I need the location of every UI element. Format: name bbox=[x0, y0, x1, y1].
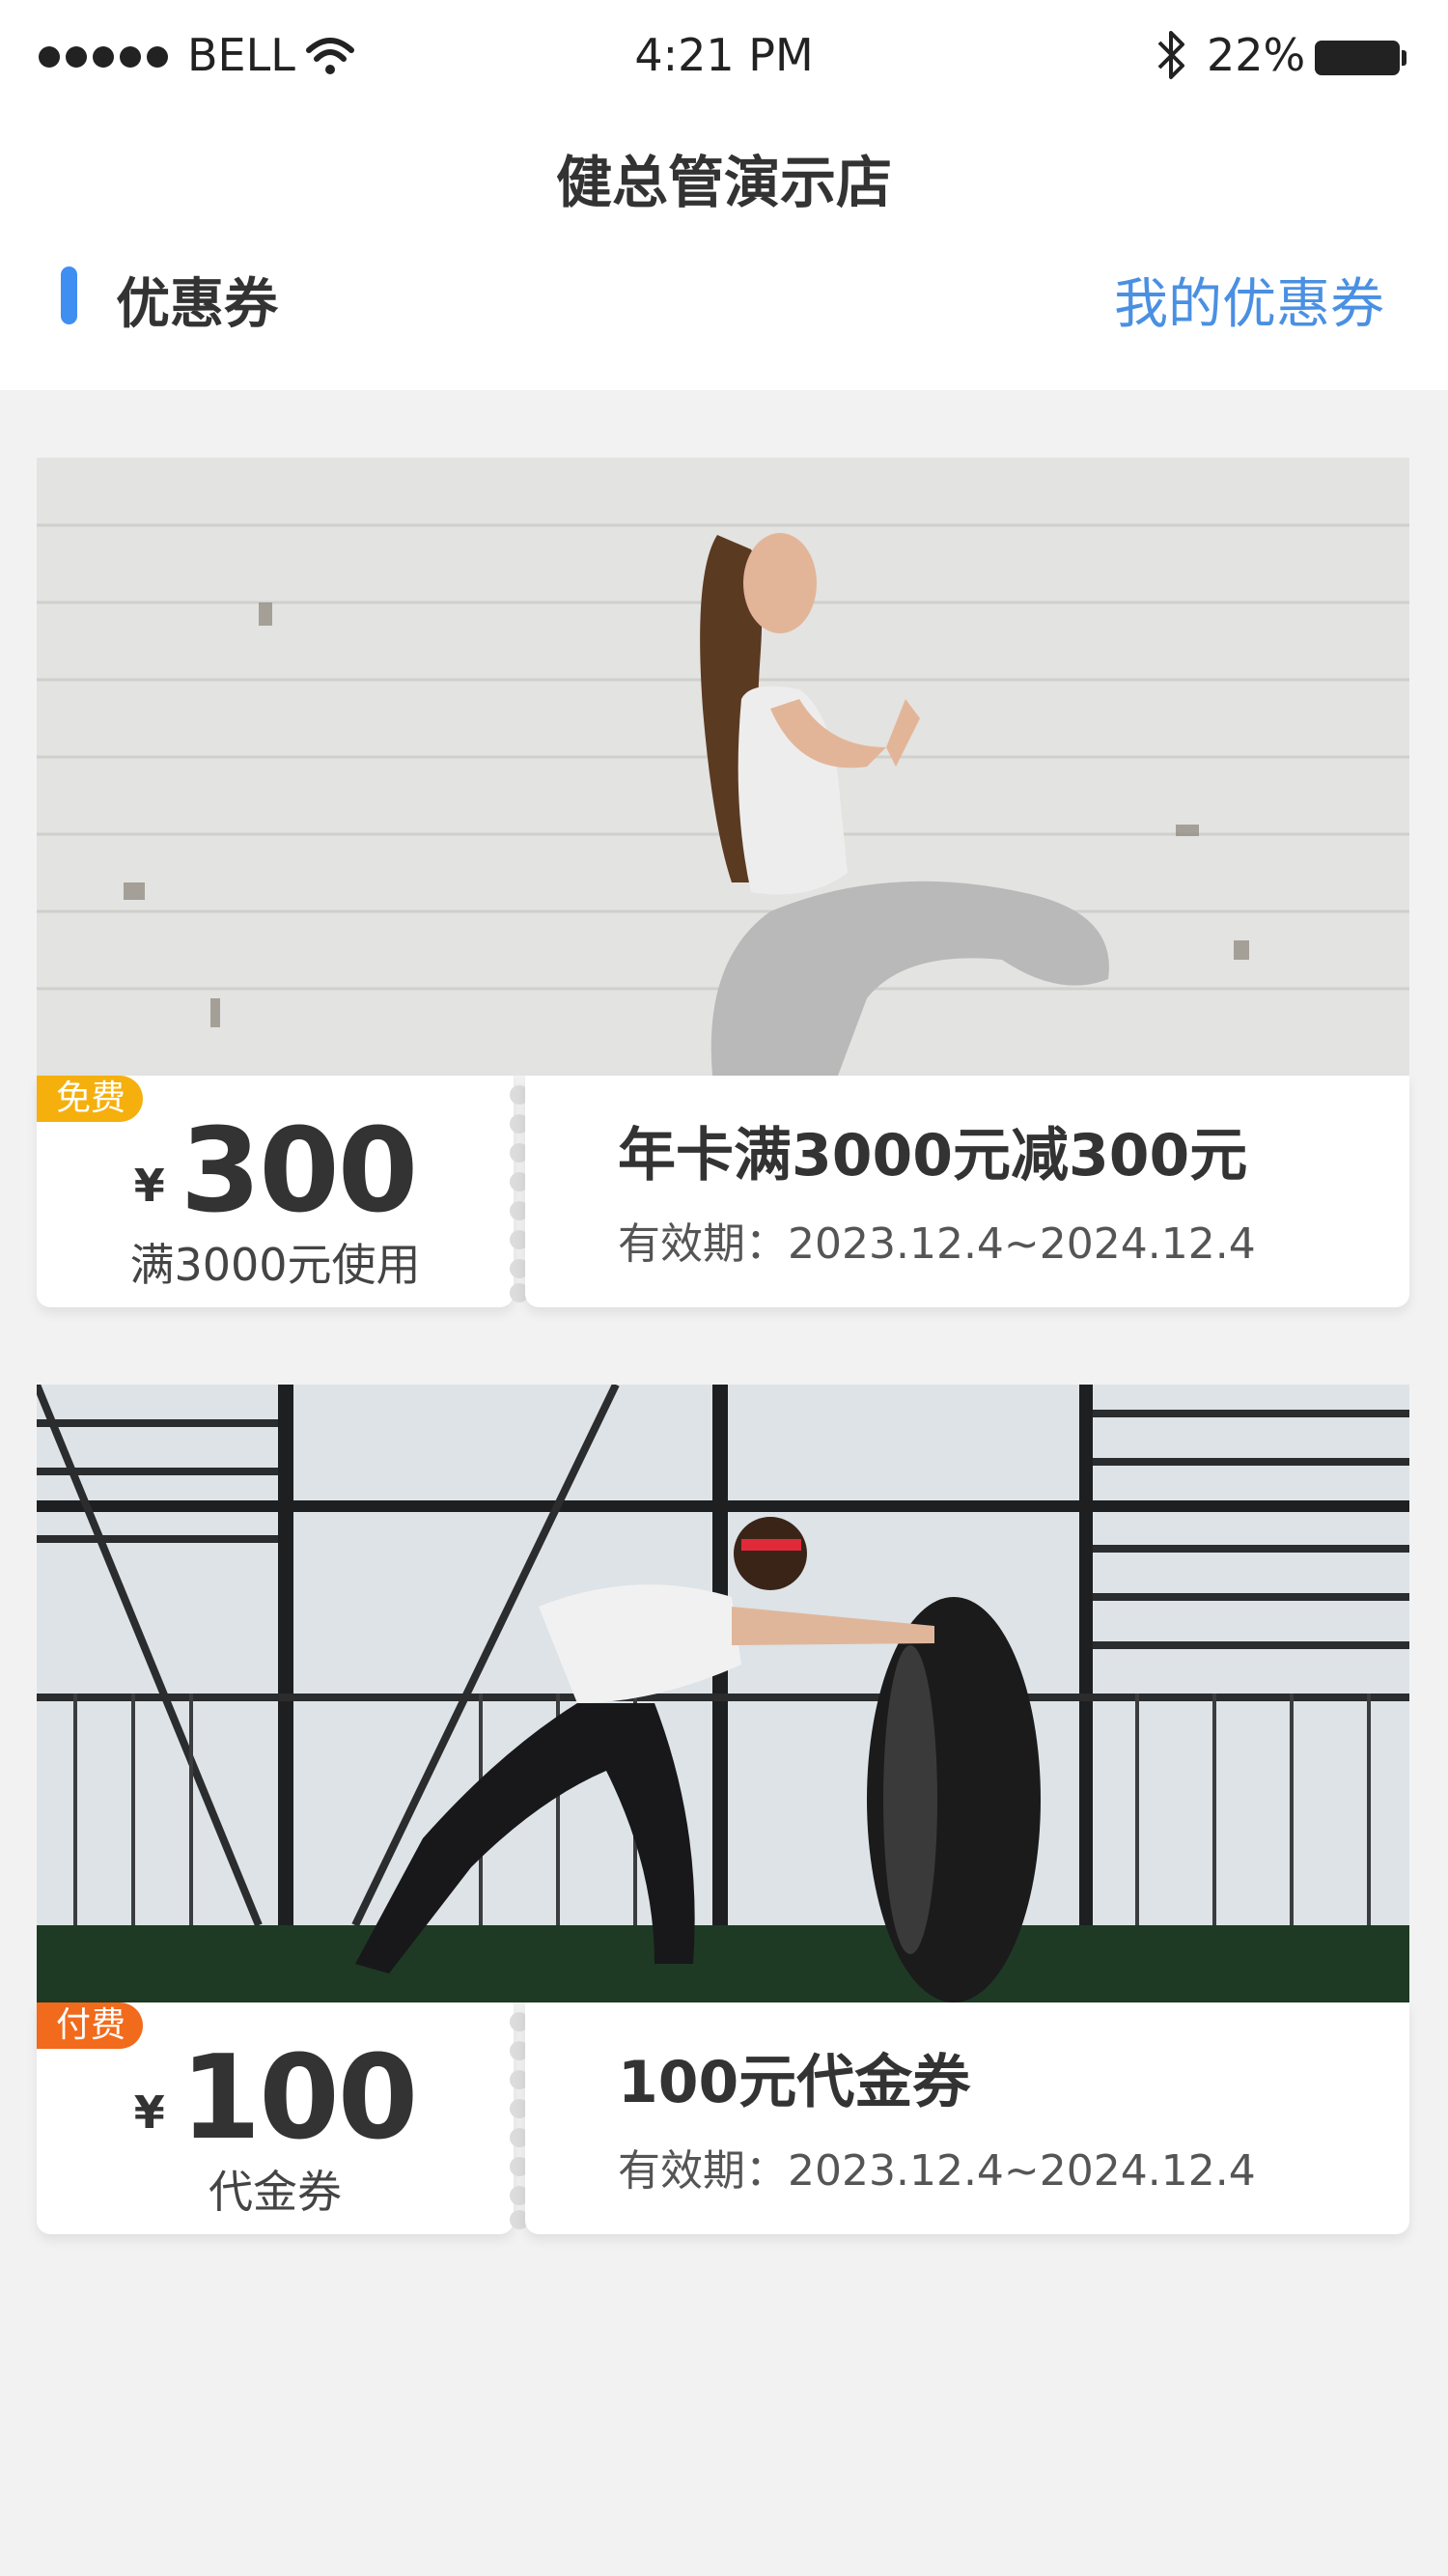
coupon-amount: 300 bbox=[180, 1105, 418, 1239]
coupon-price: ¥300 bbox=[37, 1105, 514, 1239]
coupon-validity: 有效期：2023.12.4~2024.12.4 bbox=[618, 2146, 1256, 2196]
coupon-amount: 100 bbox=[180, 2031, 418, 2166]
currency-symbol: ¥ bbox=[133, 2086, 165, 2139]
coupon-validity: 有效期：2023.12.4~2024.12.4 bbox=[618, 1219, 1256, 1269]
bluetooth-icon bbox=[1155, 29, 1187, 85]
coupon-details: 100元代金券 有效期：2023.12.4~2024.12.4 bbox=[525, 2002, 1409, 2234]
coupon-condition: 代金券 bbox=[209, 2166, 342, 2218]
section-title: 优惠券 bbox=[116, 273, 278, 336]
coupon-stub: 免费 ¥300 满3000元使用 bbox=[37, 1076, 514, 1307]
coupon-stub: 付费 ¥100 代金券 bbox=[37, 2002, 514, 2234]
coupon-condition: 满3000元使用 bbox=[129, 1239, 421, 1291]
status-bar: BELL 4:21 PM 22% bbox=[0, 0, 1448, 120]
coupon-price: ¥100 bbox=[37, 2031, 514, 2166]
coupon-card[interactable]: 付费 ¥100 代金券 100元代金券 有效期：2023.12.4~2024.1… bbox=[37, 1385, 1409, 2234]
coupon-image-yoga bbox=[37, 458, 1409, 1076]
coupon-details: 年卡满3000元减300元 有效期：2023.12.4~2024.12.4 bbox=[525, 1076, 1409, 1307]
top-panel: BELL 4:21 PM 22% 健总管演示店 优惠券 我的优惠券 bbox=[0, 0, 1448, 390]
section-accent-bar bbox=[61, 266, 77, 324]
coupon-card[interactable]: 免费 ¥300 满3000元使用 年卡满3000元减300元 有效期：2023.… bbox=[37, 458, 1409, 1307]
battery-icon bbox=[1315, 41, 1400, 75]
page-title: 健总管演示店 bbox=[555, 150, 892, 215]
battery-tip bbox=[1402, 50, 1406, 66]
battery-percentage: 22% bbox=[1207, 29, 1306, 81]
coupon-image-tire-workout bbox=[37, 1385, 1409, 2002]
currency-symbol: ¥ bbox=[133, 1160, 165, 1212]
coupon-title: 年卡满3000元减300元 bbox=[618, 1122, 1248, 1190]
coupon-title: 100元代金券 bbox=[618, 2049, 971, 2116]
my-coupons-link[interactable]: 我的优惠券 bbox=[1114, 261, 1384, 339]
